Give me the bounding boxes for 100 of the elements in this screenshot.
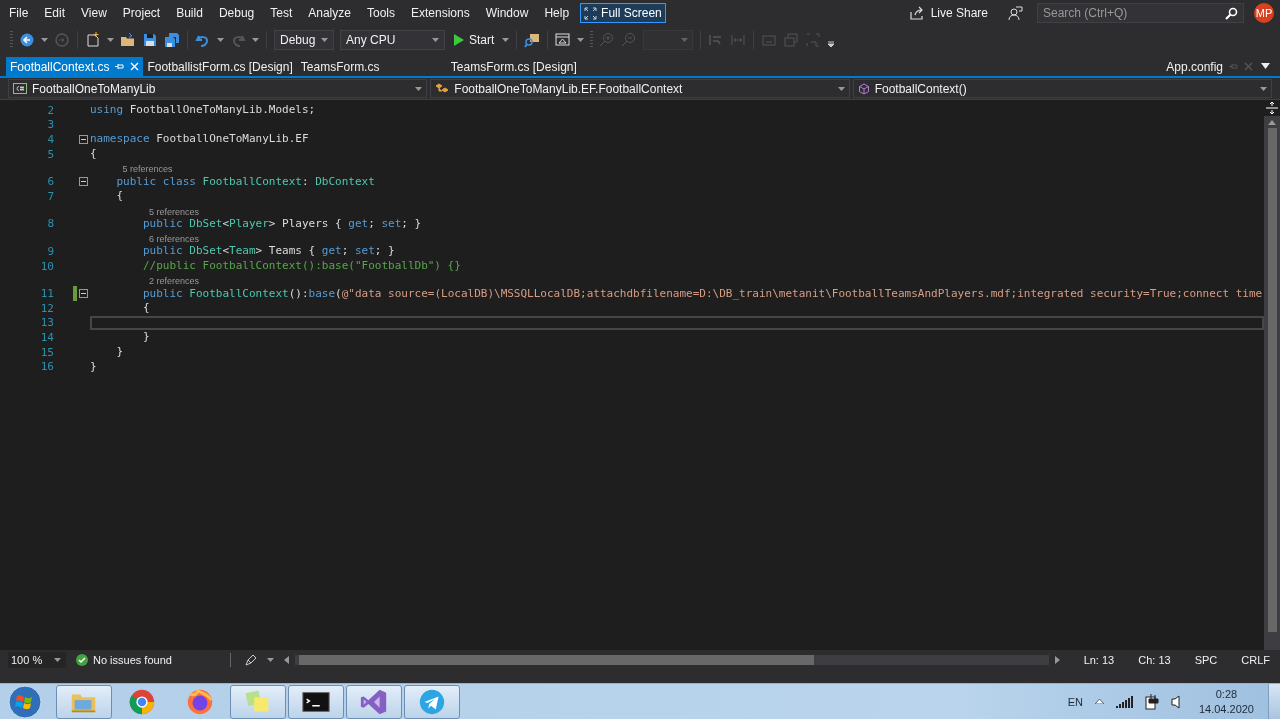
- document-tab[interactable]: TeamsForm.cs [Design]: [446, 57, 597, 76]
- menu-item[interactable]: Edit: [37, 6, 75, 20]
- language-indicator[interactable]: EN: [1067, 695, 1083, 708]
- line-number: 9: [46, 244, 55, 258]
- caret-icon[interactable]: [252, 38, 259, 42]
- zoom-in-icon: [599, 32, 616, 48]
- clock[interactable]: 0:28 14.04.2020: [1198, 688, 1254, 715]
- menu-item[interactable]: File: [2, 6, 38, 20]
- reference-count-link[interactable]: 6 references: [148, 234, 199, 245]
- brush-icon[interactable]: [245, 654, 257, 666]
- full-screen-button[interactable]: Full Screen: [580, 3, 666, 23]
- collapse-icon[interactable]: [79, 289, 88, 299]
- search-field[interactable]: Search (Ctrl+Q): [1037, 3, 1244, 23]
- reference-count-link[interactable]: 5 references: [148, 206, 199, 217]
- platform-dropdown[interactable]: Any CPU: [340, 30, 445, 50]
- spacing-icon: [730, 32, 747, 48]
- line-number: 7: [46, 189, 55, 203]
- navigation-dropdown[interactable]: FootballContext(): [852, 79, 1272, 98]
- volume-icon[interactable]: [1170, 694, 1181, 709]
- scroll-right-icon[interactable]: [1054, 656, 1060, 664]
- line-ending-indicator[interactable]: CRLF: [1241, 654, 1270, 666]
- menu-item[interactable]: Debug: [211, 6, 264, 20]
- code-line: {: [141, 301, 150, 316]
- find-icon[interactable]: [524, 32, 541, 48]
- caret-icon[interactable]: [41, 38, 48, 42]
- line-number: 16: [39, 360, 55, 374]
- signal-icon[interactable]: [1115, 695, 1133, 708]
- issues-indicator[interactable]: No issues found: [76, 654, 216, 666]
- indent-indicator[interactable]: SPC: [1194, 654, 1218, 666]
- split-icon[interactable]: [1266, 102, 1278, 114]
- code-line: //public FootballContext():base("FootballDb") {}: [141, 259, 461, 274]
- line-number: 14: [39, 330, 55, 344]
- caret-icon[interactable]: [432, 38, 439, 42]
- line-number: 4: [46, 133, 55, 146]
- menu-item[interactable]: View: [74, 6, 116, 20]
- scroll-left-icon[interactable]: [284, 656, 289, 664]
- caret-icon[interactable]: [577, 38, 585, 42]
- collapse-icon[interactable]: [79, 135, 88, 144]
- menu-item[interactable]: Extensions: [404, 6, 479, 20]
- zoom-dropdown[interactable]: 100 %: [8, 652, 66, 668]
- reference-count-link[interactable]: 2 references: [148, 276, 199, 287]
- code-line: }: [141, 330, 150, 345]
- layout-icon: [761, 32, 778, 48]
- tab-list-icon[interactable]: [1261, 63, 1270, 69]
- back-icon[interactable]: [19, 32, 35, 48]
- start-button[interactable]: Start: [451, 33, 497, 47]
- start-menu-icon[interactable]: [8, 684, 42, 719]
- caret-icon[interactable]: [267, 658, 274, 662]
- live-share-button[interactable]: Live Share: [903, 5, 994, 21]
- caret-icon[interactable]: [321, 38, 328, 42]
- caret-icon[interactable]: [415, 86, 423, 91]
- save-icon[interactable]: [142, 32, 158, 48]
- document-tab[interactable]: FootballistForm.cs [Design]: [143, 57, 297, 76]
- search-icon[interactable]: [1225, 7, 1238, 20]
- scrollbar-thumb[interactable]: [299, 655, 814, 665]
- caret-icon[interactable]: [217, 38, 224, 42]
- tray-arrow-icon[interactable]: [1094, 699, 1104, 704]
- save-all-icon[interactable]: [164, 32, 180, 48]
- menu-item[interactable]: Window: [478, 6, 538, 20]
- code-line: namespace FootballOneToManyLib.EF: [90, 132, 309, 147]
- line-number: 10: [39, 259, 55, 273]
- code-line: }: [90, 359, 97, 374]
- reference-count-link[interactable]: 5 references: [122, 164, 173, 175]
- caret-icon[interactable]: [502, 38, 510, 42]
- caret-icon[interactable]: [54, 658, 62, 662]
- line-number: 6: [46, 175, 55, 189]
- cube-icon: [857, 82, 870, 95]
- scrollbar-thumb[interactable]: [1267, 128, 1277, 632]
- window-icon[interactable]: [555, 32, 572, 48]
- caret-icon[interactable]: [1260, 86, 1267, 91]
- line-indicator[interactable]: Ln: 13: [1083, 654, 1115, 666]
- menu-item[interactable]: Analyze: [301, 6, 360, 20]
- line-number: 13: [39, 316, 55, 330]
- collapse-icon[interactable]: [79, 177, 88, 187]
- menu-item[interactable]: Build: [169, 6, 212, 20]
- navigation-dropdown[interactable]: FootballOneToManyLib.EF.FootballContext: [430, 79, 850, 98]
- caret-icon[interactable]: [837, 86, 845, 91]
- folder-icon[interactable]: [120, 32, 136, 48]
- document-tab[interactable]: TeamsForm.cs: [296, 57, 447, 76]
- code-line: {: [115, 189, 124, 204]
- battery-icon[interactable]: [1144, 693, 1159, 710]
- browser-icon: [185, 686, 215, 717]
- menu-item[interactable]: Project: [115, 6, 170, 20]
- menu-item[interactable]: Help: [537, 6, 579, 20]
- menu-item[interactable]: Test: [263, 6, 302, 20]
- check-icon: [76, 654, 88, 666]
- forward-icon: [54, 32, 70, 48]
- column-indicator[interactable]: Ch: 13: [1138, 654, 1171, 666]
- menu-item[interactable]: Tools: [359, 6, 404, 20]
- navigation-dropdown[interactable]: FootballOneToManyLib: [8, 79, 428, 98]
- code-line: using FootballOneToManyLib.Models;: [90, 103, 316, 118]
- scroll-up-icon[interactable]: [1268, 120, 1276, 125]
- configuration-dropdown[interactable]: Debug: [274, 30, 334, 50]
- feedback-icon[interactable]: [1008, 5, 1023, 21]
- user-avatar[interactable]: MP: [1254, 3, 1274, 23]
- new-item-icon[interactable]: [85, 32, 101, 48]
- line-number: 15: [39, 345, 55, 359]
- caret-icon[interactable]: [107, 38, 114, 42]
- taskbar-button[interactable]: [288, 684, 344, 719]
- line-number: 11: [39, 287, 55, 301]
